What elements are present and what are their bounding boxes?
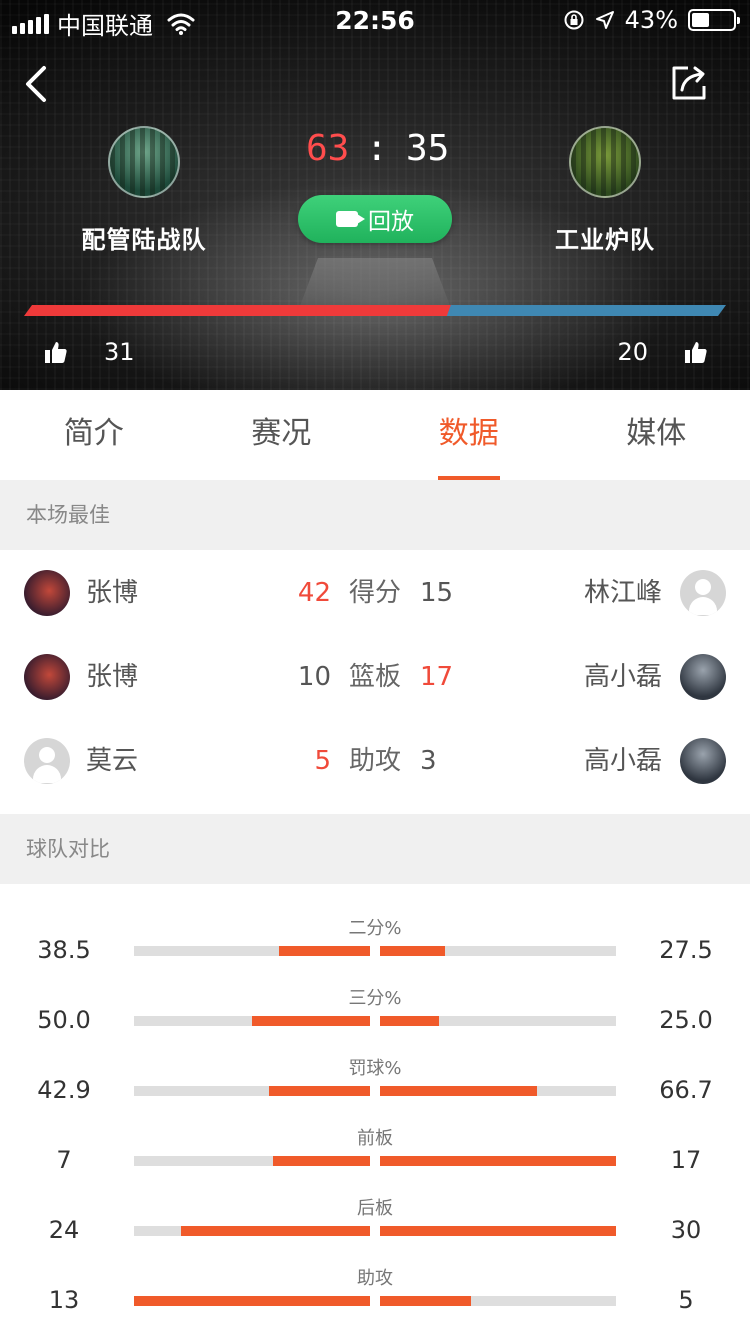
stat-label: 助攻: [348, 746, 401, 776]
tab-stats[interactable]: 数据: [375, 390, 563, 480]
default-avatar-icon[interactable]: [24, 738, 70, 784]
best-players-list: 张博 42 得分 15 林江峰 张博 10 篮板 17 高小磊 莫云 5 助攻 …: [0, 550, 750, 814]
stat-label: 篮板: [348, 662, 401, 692]
back-arrow-icon[interactable]: [18, 62, 58, 106]
location-arrow-icon: [595, 11, 614, 29]
left-player-name[interactable]: 张博: [86, 550, 138, 636]
left-player-value: 5: [314, 746, 331, 776]
player-avatar[interactable]: [24, 570, 70, 616]
away-like-button[interactable]: 20: [617, 338, 708, 366]
right-player-name[interactable]: 高小磊: [584, 634, 662, 720]
thumbs-up-icon: [685, 342, 707, 363]
team-compare-list: 二分% 38.5 27.5 三分% 50.0 25.0 罚球% 42.9 66.…: [0, 884, 750, 1334]
home-team-logo: [108, 126, 180, 198]
away-support-bar: [447, 305, 726, 316]
home-team[interactable]: 配管陆战队: [44, 126, 244, 255]
tab-live[interactable]: 赛况: [188, 390, 376, 480]
home-like-button[interactable]: 31: [44, 338, 135, 366]
compare-row: 助攻 13 5: [0, 1234, 750, 1314]
compare-row: 三分% 50.0 25.0: [0, 954, 750, 1034]
left-player-value: 10: [297, 662, 331, 692]
compare-row: 二分% 38.5 27.5: [0, 884, 750, 964]
home-support-bar: [24, 305, 455, 316]
tab-media[interactable]: 媒体: [563, 390, 750, 480]
battery-icon: [688, 9, 740, 31]
home-team-name: 配管陆战队: [81, 226, 207, 254]
video-camera-icon: [336, 211, 365, 227]
orientation-lock-icon: [564, 10, 584, 30]
player-avatar[interactable]: [680, 738, 726, 784]
match-header: 中国联通 22:56 43% 配管陆战队 工业炉队 63: 35 回放 31 …: [0, 0, 750, 390]
home-like-count: 31: [104, 338, 135, 366]
left-player-value: 42: [297, 578, 331, 608]
away-team[interactable]: 工业炉队: [505, 126, 705, 255]
thumbs-up-icon: [45, 342, 67, 363]
best-row-assists: 莫云 5 助攻 3 高小磊: [0, 718, 750, 802]
compare-home-value: 13: [48, 1286, 80, 1314]
away-team-name: 工业炉队: [555, 226, 655, 254]
compare-home-track: [134, 1296, 370, 1306]
away-score: 35: [406, 128, 450, 169]
detail-tabs: 简介 赛况 数据 媒体: [0, 390, 750, 480]
compare-home-fill: [134, 1296, 370, 1306]
compare-away-value: 5: [678, 1286, 694, 1314]
battery-percent: 43%: [624, 6, 678, 34]
left-player-name[interactable]: 张博: [86, 634, 138, 720]
player-avatar[interactable]: [680, 654, 726, 700]
stat-label: 得分: [348, 578, 401, 608]
compare-row: 罚球% 42.9 66.7: [0, 1024, 750, 1104]
support-ratio-bar: [24, 305, 726, 316]
replay-label: 回放: [368, 209, 414, 235]
team-compare-heading: 球队对比: [0, 814, 750, 884]
share-icon[interactable]: [668, 62, 710, 104]
right-player-name[interactable]: 林江峰: [584, 550, 662, 636]
compare-row: 前板 7 17: [0, 1094, 750, 1174]
score-separator: :: [366, 128, 388, 169]
away-like-count: 20: [617, 338, 648, 366]
status-bar: 中国联通 22:56 43%: [0, 0, 750, 42]
player-avatar[interactable]: [24, 654, 70, 700]
right-player-value: 15: [420, 578, 454, 608]
left-player-name[interactable]: 莫云: [86, 718, 138, 804]
best-row-rebounds: 张博 10 篮板 17 高小磊: [0, 634, 750, 718]
away-team-logo: [569, 126, 641, 198]
replay-button[interactable]: 回放: [298, 195, 452, 243]
best-players-heading: 本场最佳: [0, 480, 750, 550]
right-player-value: 3: [420, 746, 437, 776]
default-avatar-icon[interactable]: [680, 570, 726, 616]
right-player-name[interactable]: 高小磊: [584, 718, 662, 804]
tab-intro[interactable]: 简介: [0, 390, 188, 480]
home-score: 63: [306, 128, 350, 169]
compare-away-fill: [380, 1296, 471, 1306]
compare-away-track: [380, 1296, 616, 1306]
best-row-points: 张博 42 得分 15 林江峰: [0, 550, 750, 634]
compare-row: 后板 24 30: [0, 1164, 750, 1244]
arena-court-background: [300, 258, 450, 306]
right-player-value: 17: [420, 662, 454, 692]
